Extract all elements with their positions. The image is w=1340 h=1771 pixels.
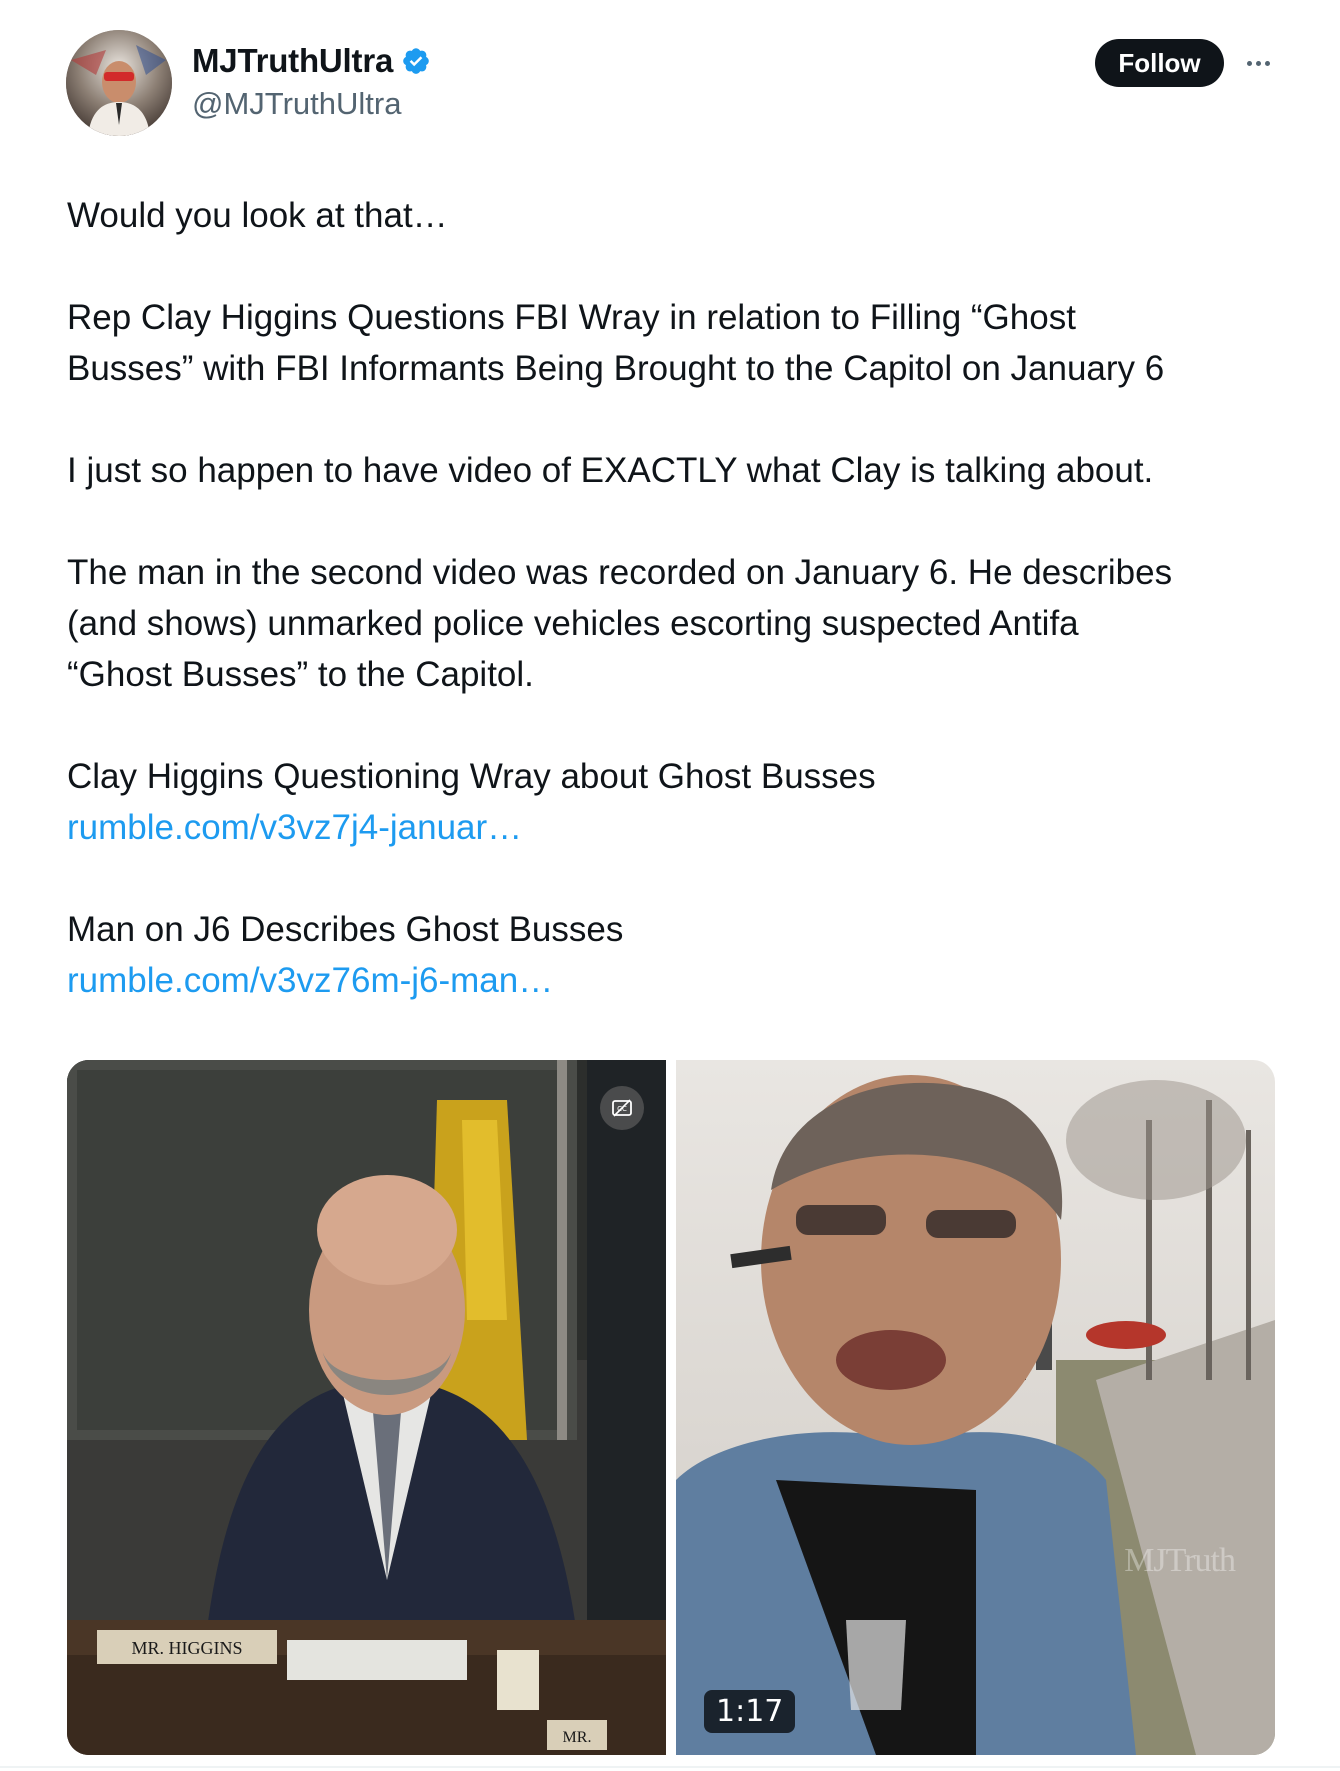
media-left-hearing[interactable]: MR. HIGGINS MR. CC	[67, 1060, 666, 1755]
more-horizontal-icon[interactable]	[1240, 48, 1276, 78]
hearing-image: MR. HIGGINS MR.	[67, 1060, 666, 1755]
media-grid: MR. HIGGINS MR. CC	[67, 1060, 1275, 1755]
more-dot	[1264, 60, 1270, 66]
tweet-paragraph: Would you look at that…	[67, 190, 1287, 241]
follow-button[interactable]: Follow	[1095, 39, 1224, 87]
tweet-text: Would you look at that… Rep Clay Higgins…	[67, 190, 1287, 1006]
tweet: MJTruthUltra @MJTruthUltra Follow Would …	[0, 0, 1340, 1771]
j6-video-frame	[676, 1060, 1275, 1755]
text-line: “Ghost Busses” to the Capitol.	[67, 655, 534, 694]
rumble-link-j6-man[interactable]: rumble.com/v3vz76m-j6-man…	[67, 955, 1287, 1006]
video-watermark: MJTruth	[1124, 1542, 1236, 1579]
verified-badge-icon	[403, 48, 429, 74]
more-dot	[1255, 60, 1261, 66]
author-name-row[interactable]: MJTruthUltra	[192, 42, 431, 80]
text-line: The man in the second video was recorded…	[67, 553, 1173, 592]
captions-off-glyph: CC	[612, 1099, 632, 1117]
tweet-paragraph: The man in the second video was recorded…	[67, 547, 1287, 700]
tweet-paragraph: Clay Higgins Questioning Wray about Ghos…	[67, 751, 1287, 853]
avatar-image	[66, 30, 172, 136]
divider	[0, 1766, 1340, 1768]
captions-off-icon[interactable]: CC	[600, 1086, 644, 1130]
text-line: I just so happen to have video of EXACTL…	[67, 451, 1154, 490]
tweet-paragraph: Man on J6 Describes Ghost Busses rumble.…	[67, 904, 1287, 1006]
rumble-link-higgins[interactable]: rumble.com/v3vz7j4-januar…	[67, 802, 1287, 853]
text-line: Man on J6 Describes Ghost Busses	[67, 910, 624, 949]
avatar[interactable]	[66, 30, 172, 136]
display-name[interactable]: MJTruthUltra	[192, 42, 393, 80]
author-handle[interactable]: @MJTruthUltra	[192, 86, 401, 122]
tweet-paragraph: Rep Clay Higgins Questions FBI Wray in r…	[67, 292, 1287, 394]
more-dot	[1246, 60, 1252, 66]
text-line: (and shows) unmarked police vehicles esc…	[67, 604, 1079, 643]
text-line: Clay Higgins Questioning Wray about Ghos…	[67, 757, 876, 796]
nameplate-higgins: MR. HIGGINS	[131, 1638, 242, 1658]
text-line: Would you look at that…	[67, 196, 448, 235]
nameplate-right: MR.	[563, 1729, 592, 1746]
text-line: Busses” with FBI Informants Being Brough…	[67, 349, 1165, 388]
video-duration: 1:17	[704, 1690, 796, 1733]
media-right-video[interactable]: MJTruth 1:17	[676, 1060, 1275, 1755]
tweet-paragraph: I just so happen to have video of EXACTL…	[67, 445, 1287, 496]
text-line: Rep Clay Higgins Questions FBI Wray in r…	[67, 298, 1076, 337]
